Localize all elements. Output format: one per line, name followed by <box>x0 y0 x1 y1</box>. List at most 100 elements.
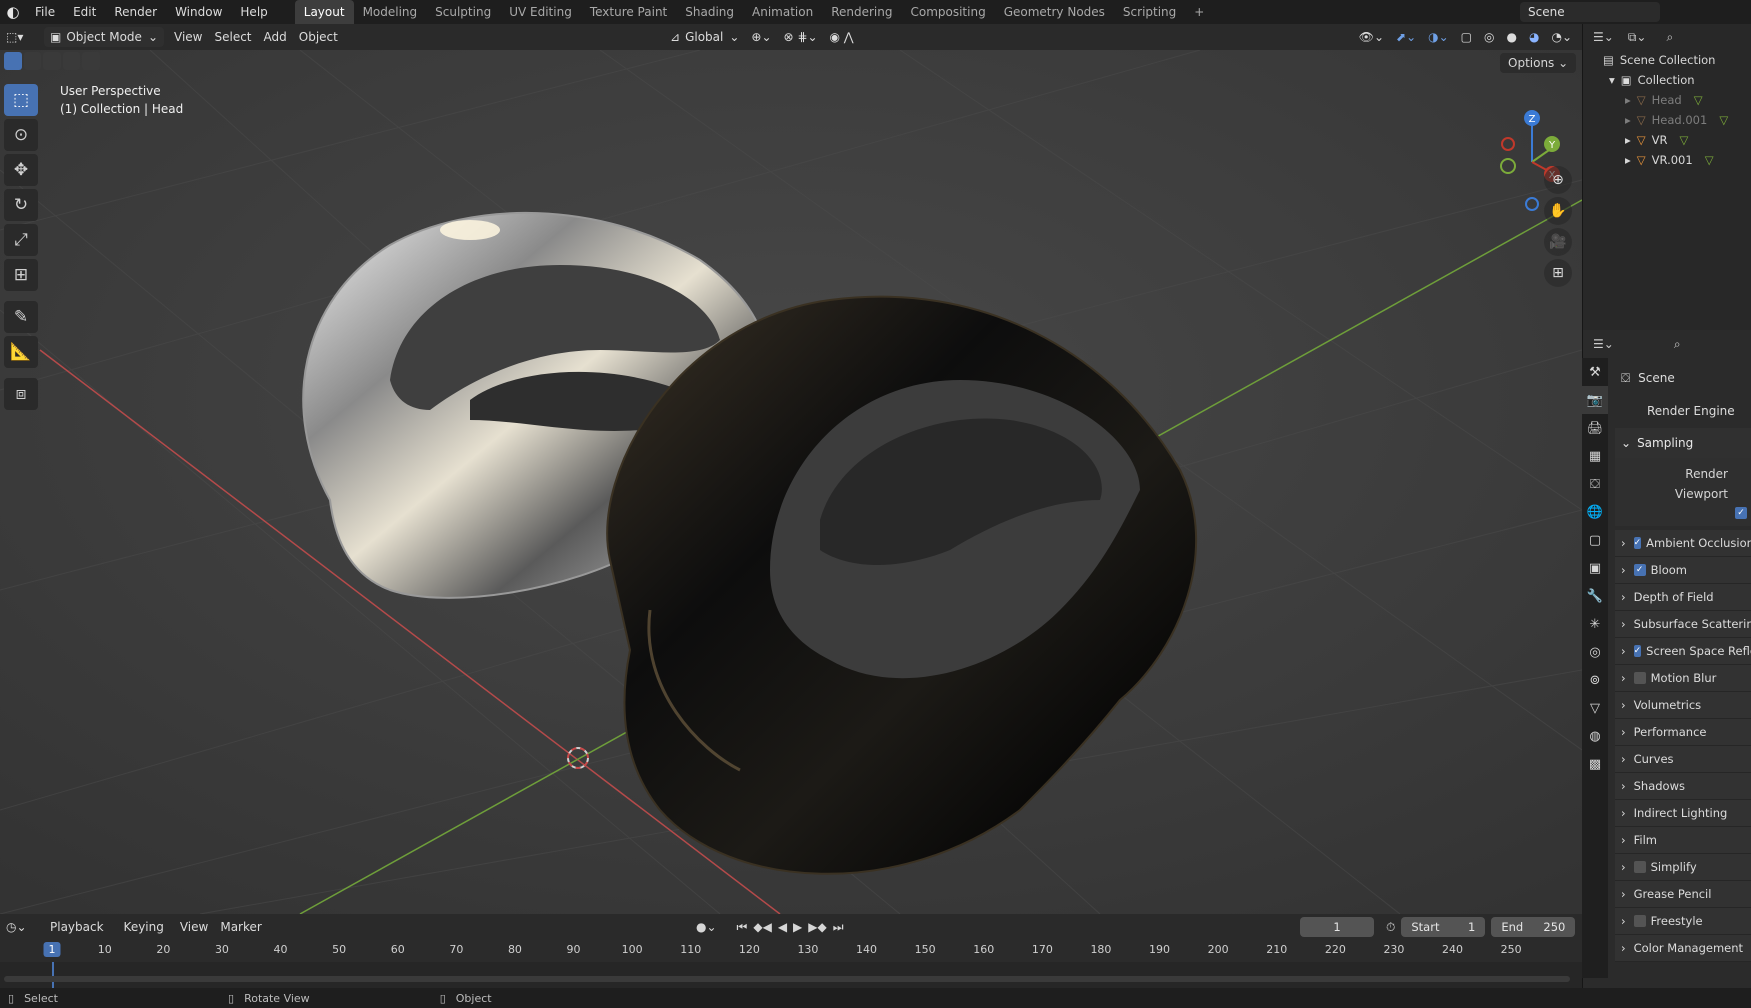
proportional-edit-icon[interactable]: ◉ ⋀ <box>824 27 860 47</box>
panel-motion-blur[interactable]: › Motion Blur <box>1615 665 1751 692</box>
sampling-panel-header[interactable]: ⌄ Sampling <box>1615 428 1751 458</box>
collection-props-icon[interactable]: ▢ <box>1582 526 1608 554</box>
end-frame-field[interactable]: End 250 <box>1491 917 1576 937</box>
object-data-icon[interactable]: ▽ <box>1582 694 1608 722</box>
overlay-icon[interactable]: ◑⌄ <box>1422 27 1455 47</box>
panel-bloom[interactable]: › ✓ Bloom <box>1615 557 1751 584</box>
gizmo-icon[interactable]: ⬈⌄ <box>1390 27 1422 47</box>
play-icon[interactable]: ▶ <box>793 920 802 934</box>
scale-icon[interactable]: ⤢ <box>4 224 38 256</box>
panel-enable-checkbox[interactable]: ✓ <box>1633 537 1642 549</box>
shading-rendered-icon[interactable]: ◔⌄ <box>1545 27 1578 47</box>
expand-icon[interactable]: ▸ <box>1625 93 1631 107</box>
options-dropdown[interactable]: Options ⌄ <box>1500 53 1577 73</box>
scene-selector[interactable]: Scene <box>1520 2 1660 22</box>
pan-hand-icon[interactable]: ✋ <box>1544 197 1572 225</box>
tab-geometry-nodes[interactable]: Geometry Nodes <box>995 0 1114 24</box>
tab-rendering[interactable]: Rendering <box>822 0 901 24</box>
timeline-ruler[interactable]: 1 10 20 30 40 50 60 70 80 90 100 110 120 130 140 150 160… <box>0 940 1582 962</box>
viewport-menu-select[interactable]: Select <box>208 27 257 47</box>
prev-keyframe-icon[interactable]: ◆◀ <box>753 920 771 934</box>
preview-range-icon[interactable]: ⏱ <box>1386 920 1395 935</box>
tab-modeling[interactable]: Modeling <box>354 0 427 24</box>
menu-help[interactable]: Help <box>231 0 276 24</box>
viewport-menu-view[interactable]: View <box>168 27 208 47</box>
expand-icon[interactable]: ▸ <box>1625 133 1631 147</box>
start-frame-field[interactable]: Start 1 <box>1401 917 1486 937</box>
tool-icon[interactable]: ⚒ <box>1582 358 1608 386</box>
sampling-render-row[interactable]: Render <box>1615 464 1751 484</box>
panel-performance[interactable]: › Performance <box>1615 719 1751 746</box>
snap-icon[interactable]: ⊗ ⋕⌄ <box>778 27 824 47</box>
outliner-object-vr[interactable]: ▸ ▽ VR ▽ <box>1583 130 1751 150</box>
shading-solid-icon[interactable]: ● <box>1501 27 1523 47</box>
outliner-object-head[interactable]: ▸ ▽ Head ▽ <box>1583 90 1751 110</box>
menu-edit[interactable]: Edit <box>64 0 105 24</box>
3d-viewport[interactable]: Z Y X User Perspective (1) Collection | … <box>0 50 1582 914</box>
panel-screen-space-reflections[interactable]: › ✓ Screen Space Reflections <box>1615 638 1751 665</box>
timeline-menu-view[interactable]: View <box>174 917 214 937</box>
panel-enable-checkbox[interactable]: ✓ <box>1633 564 1646 576</box>
play-reverse-icon[interactable]: ◀ <box>778 920 787 934</box>
world-icon[interactable]: 🌐 <box>1582 498 1608 526</box>
tab-layout[interactable]: Layout <box>294 0 354 24</box>
render-icon[interactable]: 📷 <box>1582 386 1608 414</box>
zoom-icon[interactable]: ⊕ <box>1544 166 1572 194</box>
panel-enable-checkbox[interactable]: ✓ <box>1633 645 1642 657</box>
cursor-icon[interactable]: ⊙ <box>4 119 38 151</box>
select-new-icon[interactable] <box>4 52 22 70</box>
panel-simplify[interactable]: › Simplify <box>1615 854 1751 881</box>
select-subtract-icon[interactable] <box>43 52 61 70</box>
scene-props-icon[interactable]: ⛋ <box>1582 470 1608 498</box>
measure-icon[interactable]: 📐 <box>4 336 38 368</box>
outliner-editor-icon[interactable]: ☰⌄ <box>1593 30 1614 44</box>
select-extend-icon[interactable] <box>23 52 42 70</box>
panel-enable-checkbox[interactable] <box>1633 861 1646 873</box>
collection-expand-icon[interactable]: ▾ <box>1609 73 1615 87</box>
expand-icon[interactable]: ▸ <box>1625 153 1631 167</box>
render-engine-row[interactable]: Render Engine <box>1615 398 1751 424</box>
outliner-object-vr-001[interactable]: ▸ ▽ VR.001 ▽ <box>1583 150 1751 170</box>
output-icon[interactable]: 🖨 <box>1582 414 1608 442</box>
sampling-denoise-checkbox[interactable]: ✓ <box>1735 507 1747 519</box>
panel-freestyle[interactable]: › Freestyle <box>1615 908 1751 935</box>
material-icon[interactable]: ◍ <box>1582 722 1608 750</box>
shading-wireframe-icon[interactable]: ◎ <box>1478 27 1500 47</box>
outliner-object-head-001[interactable]: ▸ ▽ Head.001 ▽ <box>1583 110 1751 130</box>
visibility-icon[interactable]: 👁⌄ <box>1353 27 1390 47</box>
tab-shading[interactable]: Shading <box>676 0 743 24</box>
add-cube-icon[interactable]: ⧈ <box>4 378 38 410</box>
tab-animation[interactable]: Animation <box>743 0 822 24</box>
physics-icon[interactable]: ◎ <box>1582 638 1608 666</box>
viewport-menu-add[interactable]: Add <box>258 27 293 47</box>
tab-scripting[interactable]: Scripting <box>1114 0 1185 24</box>
timeline-menu-marker[interactable]: Marker <box>214 917 267 937</box>
jump-end-icon[interactable]: ⏭ <box>833 920 844 935</box>
annotate-icon[interactable]: ✎ <box>4 301 38 333</box>
timeline-menu-playback[interactable]: Playback <box>44 917 110 937</box>
pivot-icon[interactable]: ⊕⌄ <box>745 27 777 47</box>
tab-texture-paint[interactable]: Texture Paint <box>581 0 676 24</box>
outliner-scene-collection[interactable]: ▤ Scene Collection <box>1583 50 1751 70</box>
transform-orientation-dropdown[interactable]: ⊿ Global ⌄ <box>664 27 745 47</box>
expand-icon[interactable]: ▸ <box>1625 113 1631 127</box>
transform-icon[interactable]: ⊞ <box>4 259 38 291</box>
add-workspace-button[interactable]: + <box>1185 0 1213 24</box>
editor-type-icon[interactable]: ⬚▾ <box>0 27 40 47</box>
view-layer-icon[interactable]: ▦ <box>1582 442 1608 470</box>
panel-curves[interactable]: › Curves <box>1615 746 1751 773</box>
playhead-line[interactable] <box>52 962 54 988</box>
select-intersect-icon[interactable] <box>82 52 100 70</box>
timeline-menu-keying[interactable]: Keying <box>118 917 170 937</box>
panel-depth-of-field[interactable]: › Depth of Field <box>1615 584 1751 611</box>
panel-enable-checkbox[interactable] <box>1633 915 1646 927</box>
menu-file[interactable]: File <box>26 0 64 24</box>
constraints-icon[interactable]: ⊚ <box>1582 666 1608 694</box>
select-invert-icon[interactable] <box>62 52 81 70</box>
panel-grease-pencil[interactable]: › Grease Pencil <box>1615 881 1751 908</box>
panel-enable-checkbox[interactable] <box>1633 672 1646 684</box>
menu-render[interactable]: Render <box>105 0 166 24</box>
viewport-menu-object[interactable]: Object <box>293 27 344 47</box>
jump-start-icon[interactable]: ⏮ <box>737 920 748 935</box>
timeline-body[interactable]: 1 10 20 30 40 50 60 70 80 90 100 110 120 130 140 150 160… <box>0 940 1582 992</box>
